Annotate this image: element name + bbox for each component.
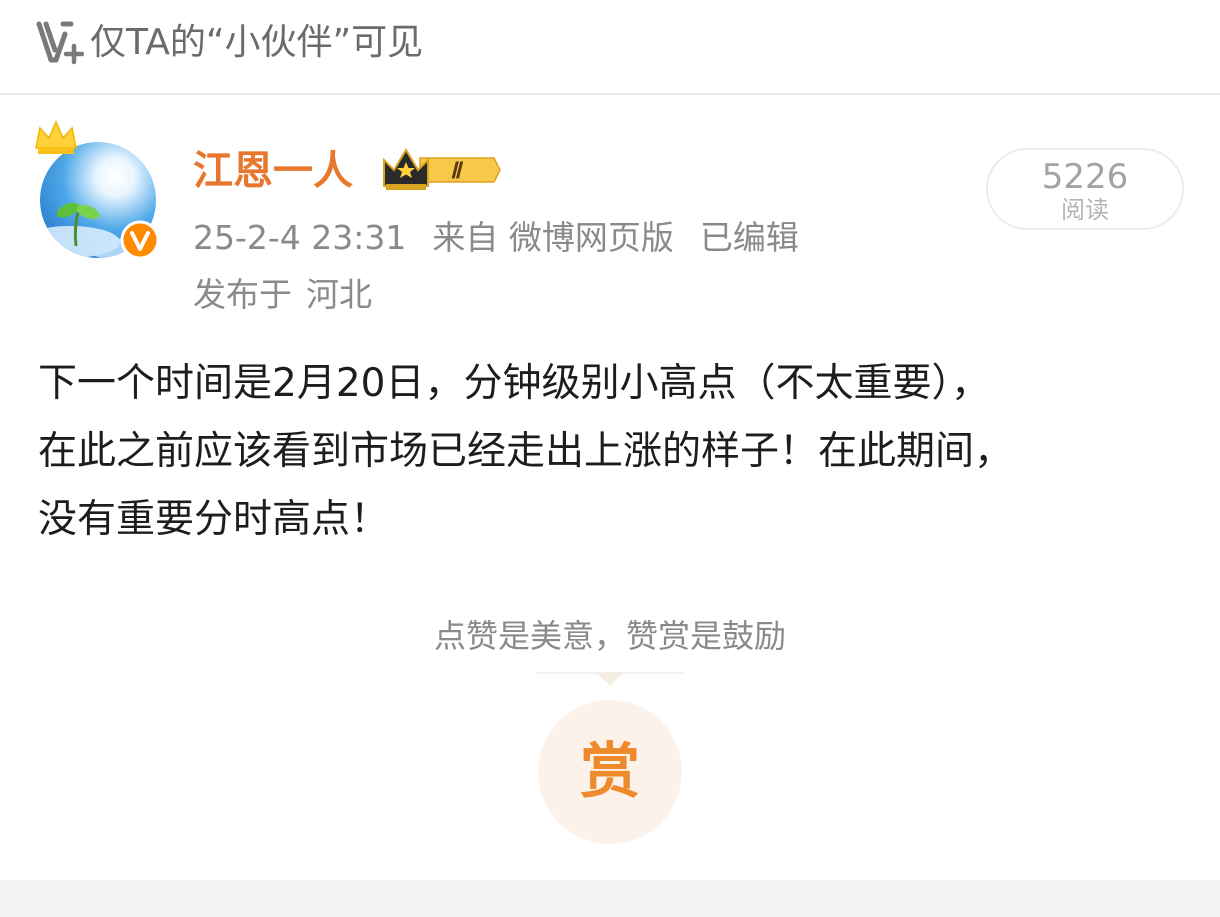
post-line: 下一个时间是2月20日，分钟级别小高点（不太重要）， [38, 361, 990, 406]
bottom-divider [0, 880, 1220, 917]
vip-badge-icon[interactable]: Ⅱ [380, 146, 502, 194]
read-count: 5226 [1041, 157, 1129, 197]
visibility-label: 仅TA的“小伙伴”可见 [90, 22, 424, 63]
v-plus-icon [36, 20, 85, 66]
edited-label[interactable]: 已编辑 [700, 218, 799, 257]
verified-v-icon [120, 220, 160, 260]
read-label: 阅读 [1061, 196, 1109, 224]
visibility-bar: 仅TA的“小伙伴”可见 [0, 0, 1220, 95]
reward-caret [596, 672, 624, 686]
post-source: 来自 微博网页版 [432, 218, 674, 257]
location-prefix: 发布于 [193, 275, 292, 314]
author-name[interactable]: 江恩一人 [193, 143, 353, 199]
post-meta: 25-2-4 23:31 来自 微博网页版 已编辑 [193, 214, 825, 262]
reward-button[interactable]: 赏 [538, 700, 682, 844]
post-timestamp: 25-2-4 23:31 [193, 218, 407, 257]
post-text: 下一个时间是2月20日，分钟级别小高点（不太重要）， 在此之前应该看到市场已经走… [38, 350, 1188, 554]
reward-hint: 点赞是美意，赞赏是鼓励 [433, 617, 786, 655]
post-line: 在此之前应该看到市场已经走出上涨的样子！在此期间， [38, 429, 1014, 474]
post-location: 发布于 河北 [193, 271, 372, 319]
location-value: 河北 [306, 275, 372, 314]
crown-icon [32, 118, 80, 160]
read-count-pill: 5226 阅读 [986, 148, 1184, 230]
post-line: 没有重要分时高点！ [38, 497, 390, 542]
author-avatar[interactable] [30, 118, 165, 268]
weibo-post-page: 仅TA的“小伙伴”可见 江恩一人 Ⅱ 25-2-4 23:31 来自 微博网页版… [0, 0, 1220, 917]
